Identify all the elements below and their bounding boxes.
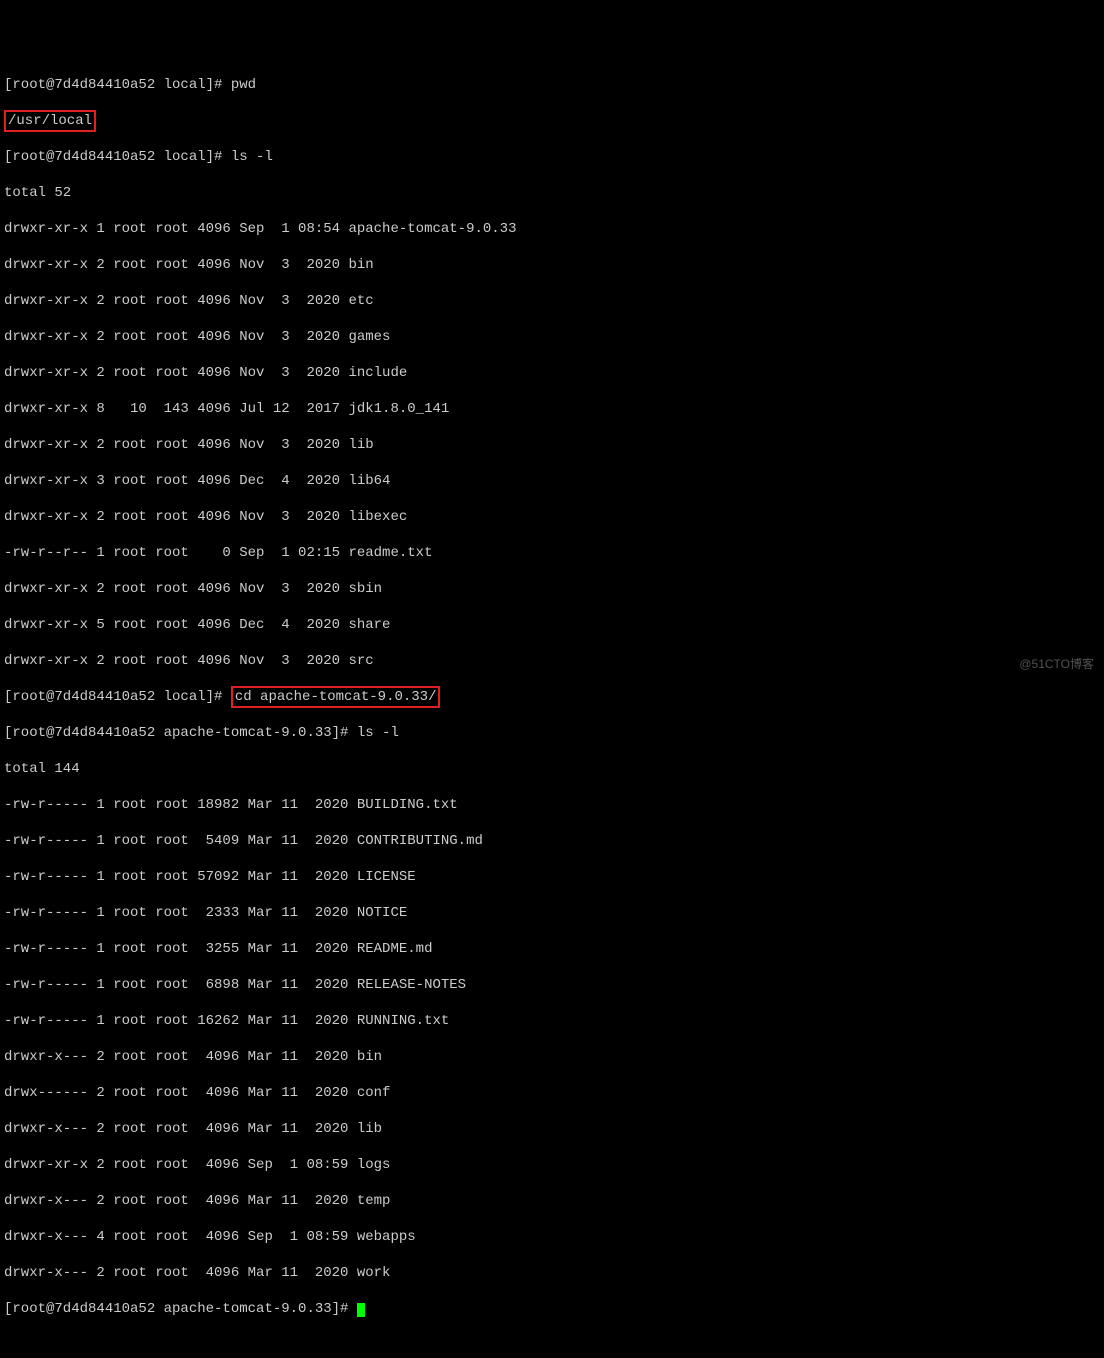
- terminal-line: [root@7d4d84410a52 apache-tomcat-9.0.33]…: [4, 724, 1100, 742]
- terminal-line: -rw-r----- 1 root root 3255 Mar 11 2020 …: [4, 940, 1100, 958]
- terminal-line: -rw-r----- 1 root root 18982 Mar 11 2020…: [4, 796, 1100, 814]
- prompt-text: [root@7d4d84410a52 local]#: [4, 689, 231, 705]
- terminal-line: drwxr-x--- 2 root root 4096 Mar 11 2020 …: [4, 1264, 1100, 1282]
- terminal-line: drwxr-xr-x 2 root root 4096 Nov 3 2020 s…: [4, 652, 1100, 670]
- terminal-line: drwxr-xr-x 2 root root 4096 Nov 3 2020 e…: [4, 292, 1100, 310]
- terminal-line: drwxr-xr-x 8 10 143 4096 Jul 12 2017 jdk…: [4, 400, 1100, 418]
- terminal-line: drwxr-xr-x 3 root root 4096 Dec 4 2020 l…: [4, 472, 1100, 490]
- terminal-line: drwxr-xr-x 2 root root 4096 Nov 3 2020 s…: [4, 580, 1100, 598]
- terminal-line: drwxr-xr-x 2 root root 4096 Nov 3 2020 g…: [4, 328, 1100, 346]
- highlight-annotation: cd apache-tomcat-9.0.33/: [231, 686, 441, 708]
- terminal-line: -rw-r----- 1 root root 57092 Mar 11 2020…: [4, 868, 1100, 886]
- terminal-line: [root@7d4d84410a52 local]# cd apache-tom…: [4, 688, 1100, 706]
- terminal-line: [root@7d4d84410a52 local]# ls -l: [4, 148, 1100, 166]
- cursor-icon: [357, 1303, 365, 1317]
- watermark-text: @51CTO博客: [1019, 655, 1094, 673]
- terminal-line: -rw-r--r-- 1 root root 0 Sep 1 02:15 rea…: [4, 544, 1100, 562]
- terminal-line: drwxr-xr-x 2 root root 4096 Nov 3 2020 i…: [4, 364, 1100, 382]
- terminal-prompt[interactable]: [root@7d4d84410a52 apache-tomcat-9.0.33]…: [4, 1300, 1100, 1318]
- terminal-line: drwx------ 2 root root 4096 Mar 11 2020 …: [4, 1084, 1100, 1102]
- terminal-line: /usr/local: [4, 112, 1100, 130]
- terminal-line: drwxr-xr-x 1 root root 4096 Sep 1 08:54 …: [4, 220, 1100, 238]
- terminal-line: drwxr-x--- 4 root root 4096 Sep 1 08:59 …: [4, 1228, 1100, 1246]
- prompt-text: [root@7d4d84410a52 apache-tomcat-9.0.33]…: [4, 1301, 357, 1317]
- terminal-line: drwxr-x--- 2 root root 4096 Mar 11 2020 …: [4, 1120, 1100, 1138]
- terminal-line: drwxr-x--- 2 root root 4096 Mar 11 2020 …: [4, 1192, 1100, 1210]
- terminal-line: total 52: [4, 184, 1100, 202]
- terminal-line: drwxr-xr-x 2 root root 4096 Sep 1 08:59 …: [4, 1156, 1100, 1174]
- terminal-line: -rw-r----- 1 root root 16262 Mar 11 2020…: [4, 1012, 1100, 1030]
- terminal-line: -rw-r----- 1 root root 5409 Mar 11 2020 …: [4, 832, 1100, 850]
- terminal-line: [root@7d4d84410a52 local]# pwd: [4, 76, 1100, 94]
- terminal-line: drwxr-x--- 2 root root 4096 Mar 11 2020 …: [4, 1048, 1100, 1066]
- terminal-line: total 144: [4, 760, 1100, 778]
- terminal-line: -rw-r----- 1 root root 6898 Mar 11 2020 …: [4, 976, 1100, 994]
- terminal-line: drwxr-xr-x 2 root root 4096 Nov 3 2020 l…: [4, 436, 1100, 454]
- terminal-line: drwxr-xr-x 2 root root 4096 Nov 3 2020 l…: [4, 508, 1100, 526]
- terminal-line: drwxr-xr-x 2 root root 4096 Nov 3 2020 b…: [4, 256, 1100, 274]
- highlight-annotation: /usr/local: [4, 110, 96, 132]
- terminal-line: drwxr-xr-x 5 root root 4096 Dec 4 2020 s…: [4, 616, 1100, 634]
- terminal-line: -rw-r----- 1 root root 2333 Mar 11 2020 …: [4, 904, 1100, 922]
